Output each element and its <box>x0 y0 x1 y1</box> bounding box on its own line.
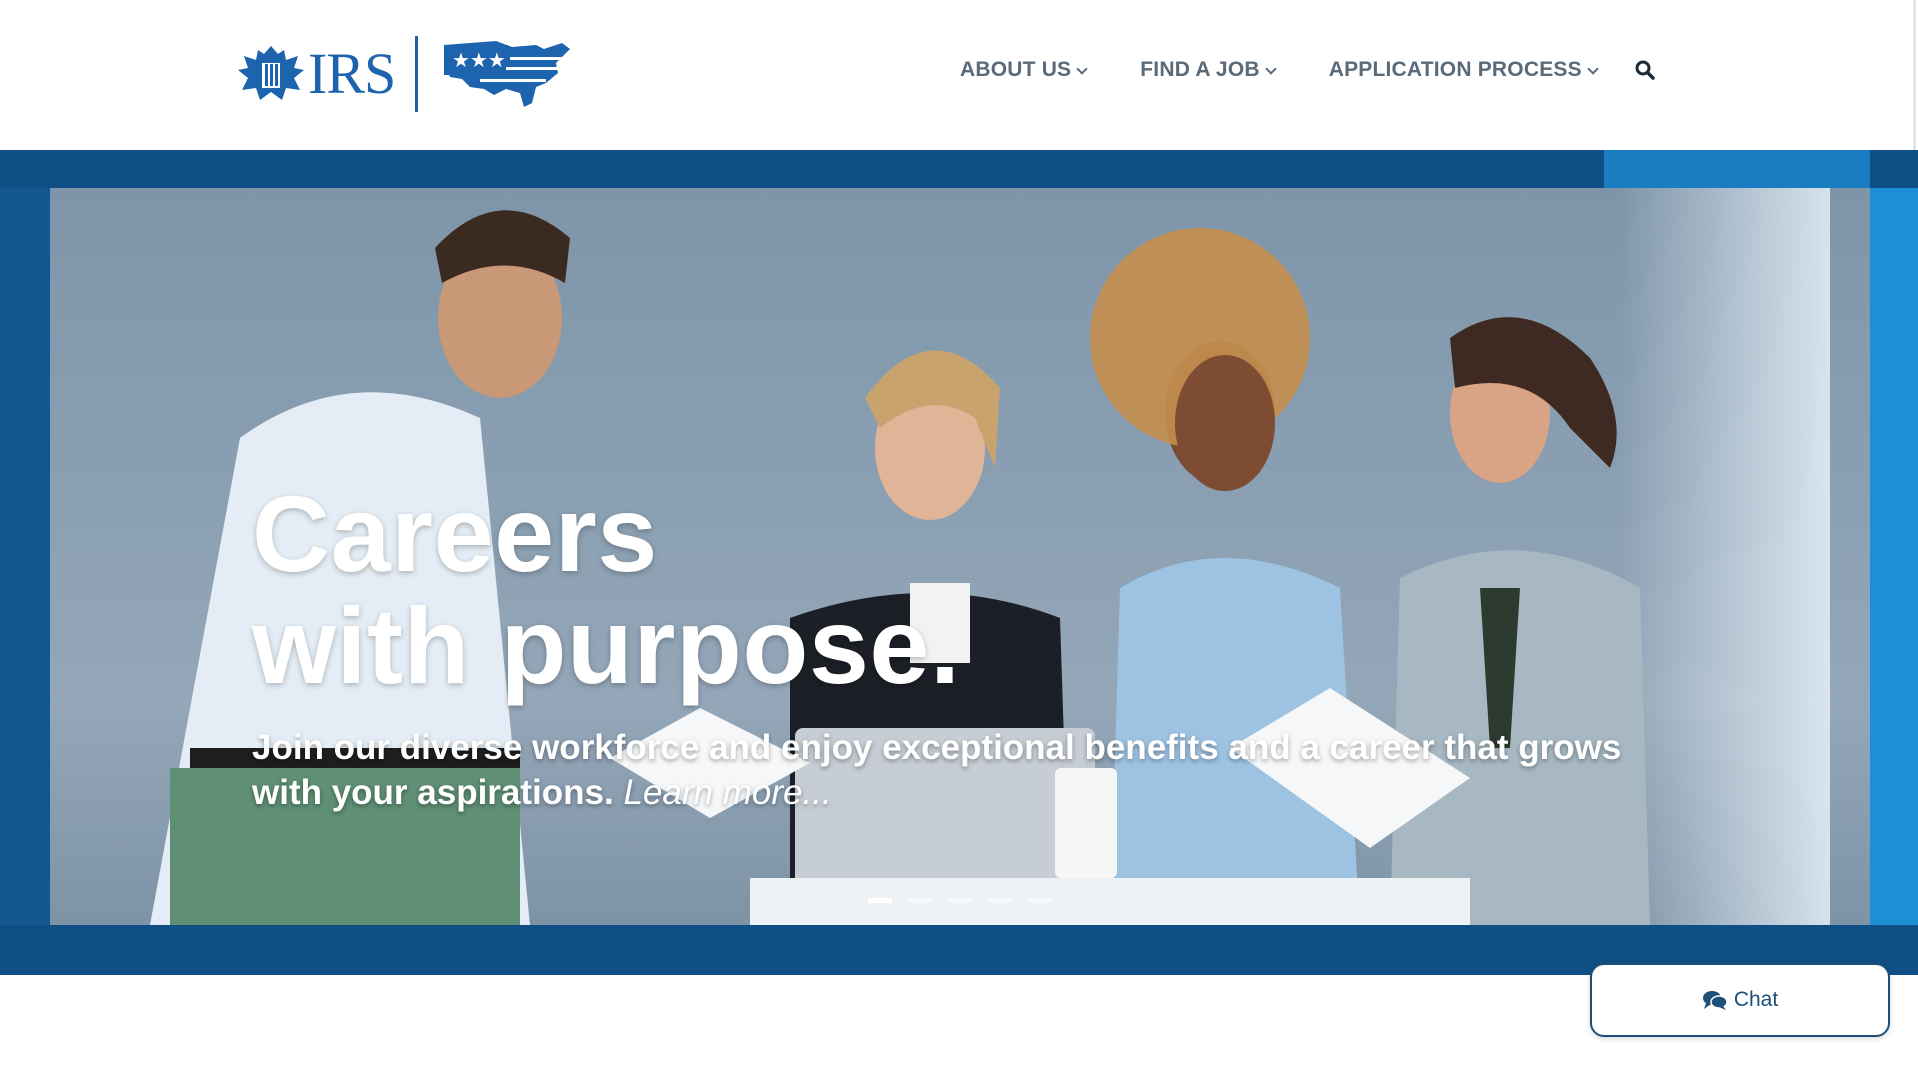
irs-eagle-icon <box>238 46 304 100</box>
hero-title: Careers with purpose. <box>252 478 961 702</box>
chat-bubbles-icon <box>1702 991 1728 1010</box>
carousel-indicators <box>868 898 1068 903</box>
nav-application-process[interactable]: APPLICATION PROCESS <box>1328 58 1599 82</box>
svg-text:★★★: ★★★ <box>452 48 506 72</box>
carousel-dot-1[interactable] <box>868 898 892 903</box>
page-edge <box>1913 0 1916 150</box>
carousel-dot-4[interactable] <box>988 898 1012 903</box>
logo-divider <box>415 36 419 112</box>
search-icon[interactable] <box>1633 58 1657 82</box>
nav-about-us-label: ABOUT US <box>960 58 1072 81</box>
chevron-down-icon <box>1587 63 1599 75</box>
chevron-down-icon <box>1076 63 1088 75</box>
irs-wordmark: IRS <box>308 41 396 106</box>
nav-find-a-job[interactable]: FIND A JOB <box>1140 58 1277 82</box>
usa-map-icon: ★★★ <box>444 41 571 107</box>
site-header: IRS ★★★ ABOUT US FIND A JOB APPLICATION … <box>0 0 1918 150</box>
hero-subtitle-text: Join our diverse workforce and enjoy exc… <box>252 728 1622 812</box>
hero-frame-right <box>1870 150 1918 975</box>
hero-subtitle: Join our diverse workforce and enjoy exc… <box>252 725 1652 815</box>
hero-title-line1: Careers <box>252 473 658 594</box>
hero-title-line2: with purpose. <box>252 585 961 706</box>
chevron-down-icon <box>1265 63 1277 75</box>
nav-about-us[interactable]: ABOUT US <box>960 58 1088 82</box>
irs-logo[interactable]: IRS ★★★ <box>236 34 572 114</box>
learn-more-link[interactable]: Learn more... <box>623 773 831 812</box>
carousel-dot-5[interactable] <box>1028 898 1052 903</box>
carousel-dot-3[interactable] <box>948 898 972 903</box>
hero-carousel: Careers with purpose. Join our diverse w… <box>0 150 1918 975</box>
hero-frame-left <box>0 150 50 975</box>
main-nav: ABOUT US FIND A JOB APPLICATION PROCESS <box>960 58 1657 82</box>
chat-button[interactable]: Chat <box>1590 963 1890 1037</box>
hero-band-top-accent <box>1604 150 1870 188</box>
chat-label: Chat <box>1733 988 1779 1011</box>
nav-find-a-job-label: FIND A JOB <box>1140 58 1260 81</box>
carousel-dot-2[interactable] <box>908 898 932 903</box>
nav-application-process-label: APPLICATION PROCESS <box>1328 58 1582 81</box>
